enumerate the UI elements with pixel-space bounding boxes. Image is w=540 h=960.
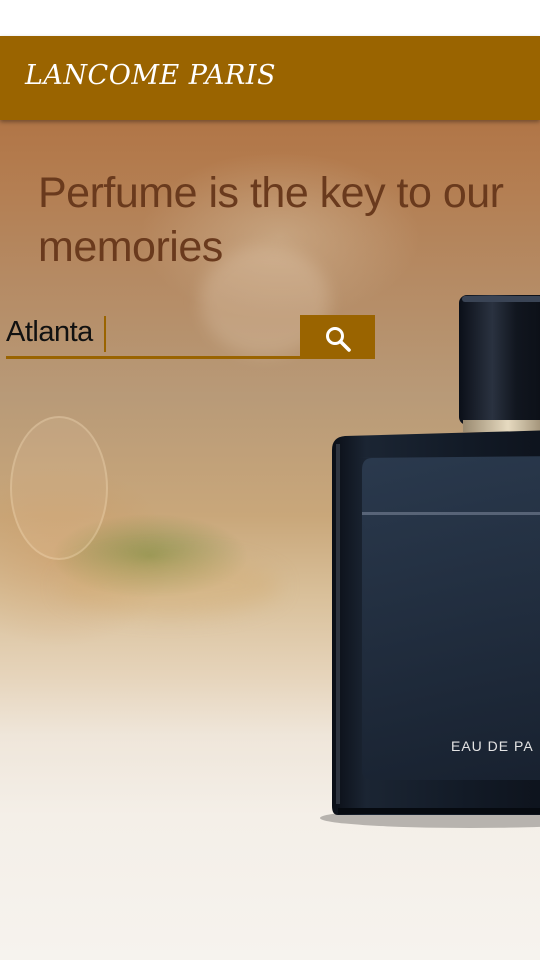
hero-headline: Perfume is the key to our memories	[38, 169, 504, 271]
screen: EAU DE PA LANCOME PARIS Perfume is the k…	[0, 0, 540, 960]
bottle-label: EAU DE PA	[451, 738, 534, 754]
app-bar: LANCOME PARIS	[0, 36, 540, 120]
search-icon	[326, 327, 351, 352]
search-input-value: Atlanta	[6, 316, 93, 348]
bokeh-light	[10, 416, 108, 560]
text-cursor	[104, 316, 106, 352]
status-bar	[0, 0, 540, 36]
search-button[interactable]	[300, 315, 375, 359]
app-title: LANCOME PARIS	[25, 60, 276, 91]
bokeh-light	[60, 556, 280, 616]
search-input[interactable]: Atlanta	[6, 312, 300, 359]
